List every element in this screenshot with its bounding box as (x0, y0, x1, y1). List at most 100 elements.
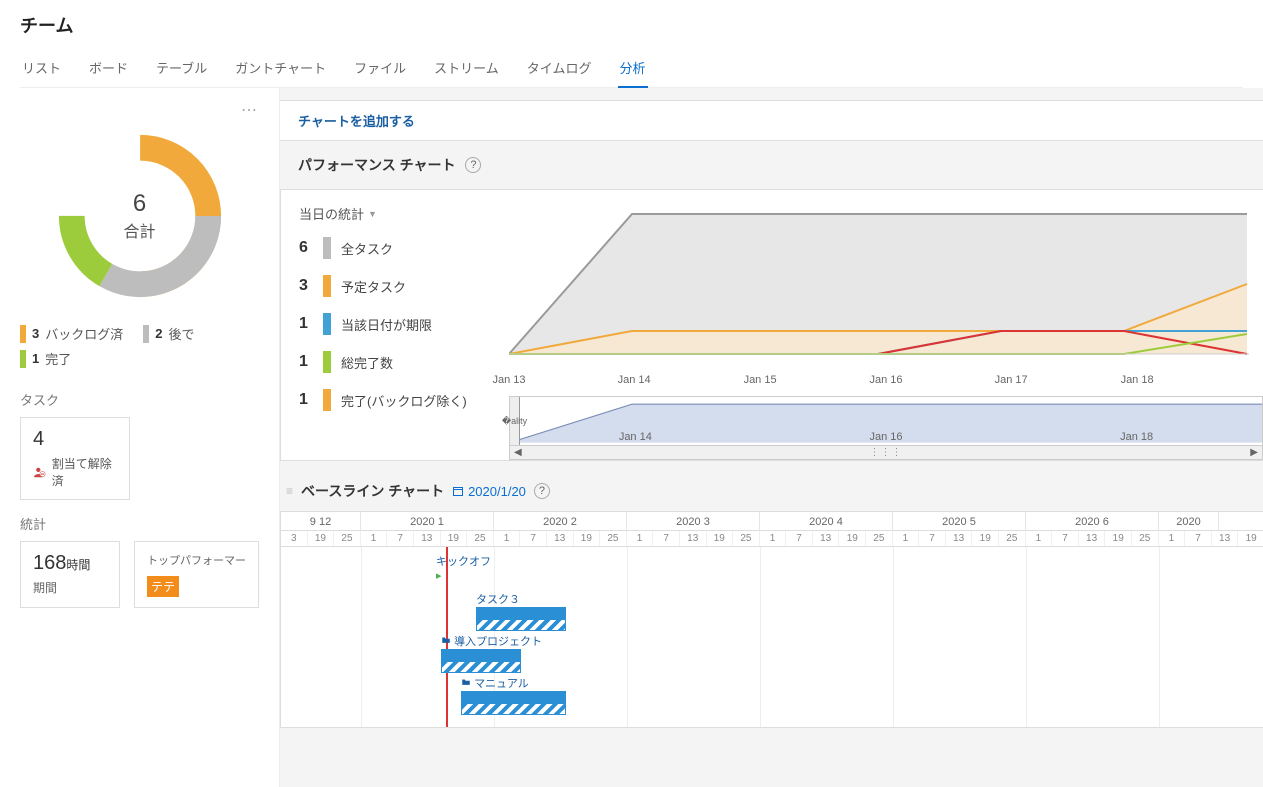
tab-table[interactable]: テーブル (154, 52, 209, 87)
mini-x-label: Jan 16 (869, 431, 902, 443)
scroll-left-icon[interactable]: ◀ (514, 447, 522, 458)
add-chart-button[interactable]: チャートを追加する (280, 100, 1263, 141)
gantt-month-label: 2020 (1159, 512, 1219, 530)
gantt-bar[interactable] (461, 691, 566, 703)
gantt-day-label: 7 (786, 531, 813, 546)
swatch-icon (143, 325, 149, 343)
series-item-completed[interactable]: 1 総完了数 (299, 351, 499, 373)
gantt-day-label: 25 (334, 531, 361, 546)
gantt-task-label: 導入プロジェクト (454, 636, 542, 648)
dropdown-label: 当日の統計 (299, 204, 364, 223)
x-label: Jan 17 (995, 374, 1028, 386)
baseline-gantt: 9 12 2020 1 2020 2 2020 3 2020 4 2020 5 … (280, 511, 1263, 728)
help-icon[interactable]: ? (534, 483, 550, 499)
summary-sidebar: ⋯ 6 合計 3 バックログ済 (0, 88, 280, 787)
legend-label: 後で (168, 324, 194, 343)
tasks-heading: タスク (20, 390, 259, 409)
stats-scope-dropdown[interactable]: 当日の統計 ▼ (299, 204, 499, 223)
series-count: 1 (299, 353, 313, 371)
duration-unit: 時間 (66, 558, 90, 572)
overview-scrollbar[interactable]: ◀ ⋮⋮⋮ ▶ (509, 446, 1263, 460)
gantt-day-label: 13 (1079, 531, 1106, 546)
gantt-bar-baseline (461, 703, 566, 715)
x-label: Jan 13 (492, 374, 525, 386)
gantt-day-label: 7 (653, 531, 680, 546)
gantt-bar[interactable] (476, 607, 566, 619)
overview-range-selector[interactable]: �ality Jan 14 Jan 16 Jan 18 (509, 396, 1263, 446)
tab-timelog[interactable]: タイムログ (525, 52, 594, 87)
gantt-day-label: 1 (1159, 531, 1186, 546)
gantt-day-label: 25 (600, 531, 627, 546)
series-count: 3 (299, 277, 313, 295)
series-item-all[interactable]: 6 全タスク (299, 237, 499, 259)
x-label: Jan 18 (1121, 374, 1154, 386)
gantt-month-label: 2020 3 (627, 512, 760, 530)
gantt-day-label: 1 (760, 531, 787, 546)
tab-analytics[interactable]: 分析 (618, 52, 648, 87)
gantt-bar[interactable] (441, 649, 521, 661)
legend-label: 完了 (45, 349, 71, 368)
tab-gantt[interactable]: ガントチャート (233, 52, 328, 87)
tab-list[interactable]: リスト (20, 52, 63, 87)
gantt-month-label: 2020 1 (361, 512, 494, 530)
legend-item-backlog[interactable]: 3 バックログ済 (20, 324, 123, 343)
gantt-day-label: 1 (627, 531, 654, 546)
person-remove-icon (33, 465, 46, 479)
tab-board[interactable]: ボード (87, 52, 130, 87)
series-item-planned[interactable]: 3 予定タスク (299, 275, 499, 297)
stats-heading: 統計 (20, 514, 259, 533)
baseline-date-value: 2020/1/20 (468, 484, 526, 499)
gantt-month-label: 2020 5 (893, 512, 1026, 530)
gantt-task-label: キックオフ (436, 553, 491, 569)
drag-handle-icon[interactable]: ≡ (286, 484, 293, 498)
duration-card[interactable]: 168時間 期間 (20, 541, 120, 608)
legend-count: 1 (32, 351, 39, 366)
unassigned-label: 割当て解除済 (52, 455, 117, 489)
gantt-bar-baseline (476, 619, 566, 631)
gantt-day-label: 13 (946, 531, 973, 546)
tab-stream[interactable]: ストリーム (432, 52, 501, 87)
gantt-day-label: 7 (1052, 531, 1079, 546)
gantt-day-label: 13 (813, 531, 840, 546)
gantt-task-kickoff[interactable]: キックオフ ▸ (436, 553, 491, 582)
baseline-date-picker[interactable]: 2020/1/20 (452, 484, 526, 499)
top-performer-card[interactable]: トップパフォーマー テテ (134, 541, 259, 608)
series-label: 当該日付が期限 (341, 315, 432, 334)
series-label: 予定タスク (341, 277, 406, 296)
scroll-right-icon[interactable]: ▶ (1250, 447, 1258, 458)
gantt-day-label: 19 (839, 531, 866, 546)
swatch-icon (323, 275, 331, 297)
performance-line-chart: Jan 13 Jan 14 Jan 15 Jan 16 Jan 17 Jan 1… (509, 204, 1263, 460)
gantt-day-label: 7 (387, 531, 414, 546)
legend-label: バックログ済 (45, 324, 123, 343)
donut-total-value: 6 (123, 190, 155, 218)
gantt-day-label: 19 (707, 531, 734, 546)
unassigned-card[interactable]: 4 割当て解除済 (20, 417, 130, 500)
series-label: 完了(バックログ除く) (341, 391, 467, 410)
gantt-days-row: 3 19 25 17131925171319251713192517131925… (281, 531, 1263, 547)
series-count: 1 (299, 315, 313, 333)
gantt-day-label: 25 (467, 531, 494, 546)
gantt-day-label: 25 (1132, 531, 1159, 546)
view-tabs: リスト ボード テーブル ガントチャート ファイル ストリーム タイムログ 分析 (20, 52, 1243, 88)
more-icon[interactable]: ⋯ (241, 100, 259, 120)
legend-item-later[interactable]: 2 後で (143, 324, 194, 343)
gantt-task-intro-project[interactable]: 導入プロジェクト (441, 633, 542, 673)
gantt-day-label: 13 (1212, 531, 1239, 546)
swatch-icon (323, 313, 331, 335)
help-icon[interactable]: ? (465, 157, 481, 173)
gantt-body[interactable]: キックオフ ▸ タスク３ 導入プロジェクト (281, 547, 1263, 727)
scroll-grip-icon[interactable]: ⋮⋮⋮ (870, 447, 903, 458)
gantt-task-manual[interactable]: マニュアル (461, 675, 566, 715)
top-performer-label: トップパフォーマー (147, 552, 246, 568)
gantt-bar-baseline (441, 661, 521, 673)
gantt-task-task3[interactable]: タスク３ (476, 591, 566, 631)
folder-icon (461, 677, 471, 687)
legend-item-done[interactable]: 1 完了 (20, 349, 71, 368)
series-item-due[interactable]: 1 当該日付が期限 (299, 313, 499, 335)
tab-file[interactable]: ファイル (352, 52, 408, 87)
series-item-completed-ex[interactable]: 1 完了(バックログ除く) (299, 389, 499, 411)
gantt-day-label: 7 (919, 531, 946, 546)
swatch-icon (323, 237, 331, 259)
mini-x-label: Jan 18 (1120, 431, 1153, 443)
